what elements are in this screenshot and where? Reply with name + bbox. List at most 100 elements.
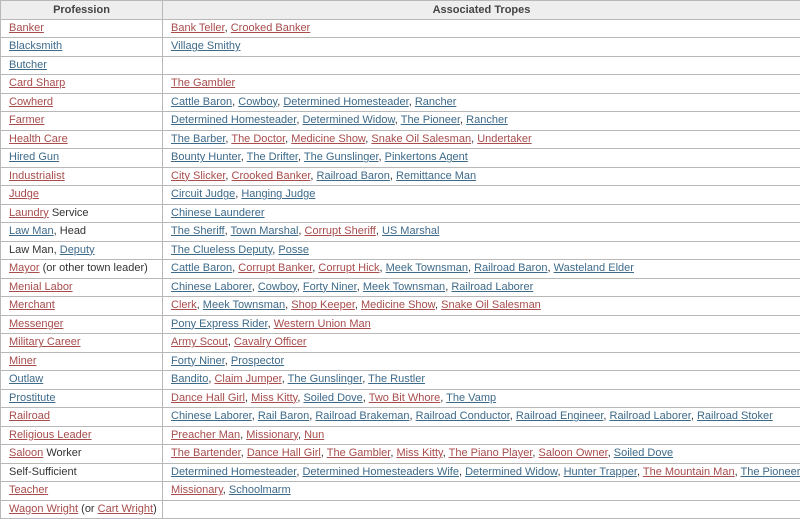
- profession-link[interactable]: Judge: [9, 188, 39, 200]
- profession-link[interactable]: Cowherd: [9, 96, 53, 108]
- trope-link[interactable]: Bandito: [171, 373, 208, 385]
- trope-link[interactable]: Hunter Trapper: [564, 466, 637, 478]
- trope-link[interactable]: Railroad Conductor: [416, 410, 510, 422]
- profession-link[interactable]: Card Sharp: [9, 77, 65, 89]
- trope-link[interactable]: Corrupt Banker: [238, 262, 312, 274]
- trope-link[interactable]: The Doctor: [231, 133, 285, 145]
- trope-link[interactable]: Dance Hall Girl: [247, 447, 321, 459]
- trope-link[interactable]: Forty Niner: [171, 355, 225, 367]
- trope-link[interactable]: Clerk: [171, 299, 197, 311]
- trope-link[interactable]: Meek Townsman: [363, 281, 445, 293]
- trope-link[interactable]: Bank Teller: [171, 22, 225, 34]
- trope-link[interactable]: Chinese Laborer: [171, 410, 252, 422]
- trope-link[interactable]: The Gambler: [171, 77, 235, 89]
- trope-link[interactable]: Bounty Hunter: [171, 151, 241, 163]
- profession-link[interactable]: Mayor: [9, 262, 40, 274]
- trope-link[interactable]: The Rustler: [368, 373, 425, 385]
- trope-link[interactable]: Crooked Banker: [232, 170, 311, 182]
- trope-link[interactable]: The Gunslinger: [304, 151, 379, 163]
- profession-link[interactable]: Miner: [9, 355, 37, 367]
- trope-link[interactable]: Prospector: [231, 355, 284, 367]
- trope-link[interactable]: Railroad Stoker: [697, 410, 773, 422]
- trope-link[interactable]: Hanging Judge: [241, 188, 315, 200]
- trope-link[interactable]: Pony Express Rider: [171, 318, 268, 330]
- trope-link[interactable]: Circuit Judge: [171, 188, 235, 200]
- trope-link[interactable]: Determined Widow: [302, 114, 394, 126]
- trope-link[interactable]: Determined Homesteader: [171, 466, 296, 478]
- trope-link[interactable]: Nun: [304, 429, 324, 441]
- trope-link[interactable]: Wasteland Elder: [554, 262, 634, 274]
- trope-link[interactable]: Forty Niner: [303, 281, 357, 293]
- trope-link[interactable]: Claim Jumper: [214, 373, 281, 385]
- profession-link[interactable]: Hired Gun: [9, 151, 59, 163]
- profession-link[interactable]: Health Care: [9, 133, 68, 145]
- trope-link[interactable]: Remittance Man: [396, 170, 476, 182]
- trope-link[interactable]: Railroad Baron: [474, 262, 547, 274]
- profession-link[interactable]: Religious Leader: [9, 429, 92, 441]
- trope-link[interactable]: Village Smithy: [171, 40, 241, 52]
- profession-link[interactable]: Farmer: [9, 114, 44, 126]
- profession-link[interactable]: Railroad: [9, 410, 50, 422]
- trope-link[interactable]: Cattle Baron: [171, 96, 232, 108]
- trope-link[interactable]: Cattle Baron: [171, 262, 232, 274]
- trope-link[interactable]: The Pioneer: [741, 466, 800, 478]
- trope-link[interactable]: Meek Townsman: [203, 299, 285, 311]
- trope-link[interactable]: Crooked Banker: [231, 22, 311, 34]
- trope-link[interactable]: Shop Keeper: [291, 299, 355, 311]
- trope-link[interactable]: Rancher: [466, 114, 508, 126]
- trope-link[interactable]: The Gunslinger: [288, 373, 363, 385]
- profession-link[interactable]: Laundry: [9, 207, 49, 219]
- trope-link[interactable]: Meek Townsman: [386, 262, 468, 274]
- trope-link[interactable]: Determined Widow: [465, 466, 557, 478]
- trope-link[interactable]: Railroad Baron: [317, 170, 390, 182]
- trope-link[interactable]: The Clueless Deputy: [171, 244, 272, 256]
- trope-link[interactable]: Army Scout: [171, 336, 228, 348]
- trope-link[interactable]: The Bartender: [171, 447, 241, 459]
- trope-link[interactable]: Chinese Launderer: [171, 207, 265, 219]
- profession-link[interactable]: Prostitute: [9, 392, 55, 404]
- trope-link[interactable]: Miss Kitty: [251, 392, 297, 404]
- trope-link[interactable]: Railroad Laborer: [451, 281, 533, 293]
- trope-link[interactable]: City Slicker: [171, 170, 225, 182]
- trope-link[interactable]: US Marshal: [382, 225, 439, 237]
- trope-link[interactable]: Two Bit Whore: [369, 392, 441, 404]
- profession-link[interactable]: Menial Labor: [9, 281, 73, 293]
- profession-link[interactable]: Deputy: [60, 244, 95, 256]
- profession-link[interactable]: Messenger: [9, 318, 63, 330]
- trope-link[interactable]: Rail Baron: [258, 410, 309, 422]
- trope-link[interactable]: Snake Oil Salesman: [371, 133, 471, 145]
- trope-link[interactable]: The Pioneer: [401, 114, 460, 126]
- profession-link[interactable]: Cart Wright: [98, 503, 153, 515]
- trope-link[interactable]: Soiled Dove: [614, 447, 673, 459]
- profession-link[interactable]: Military Career: [9, 336, 81, 348]
- profession-link[interactable]: Saloon: [9, 447, 43, 459]
- profession-link[interactable]: Wagon Wright: [9, 503, 78, 515]
- trope-link[interactable]: Railroad Laborer: [610, 410, 691, 422]
- trope-link[interactable]: Preacher Man: [171, 429, 240, 441]
- trope-link[interactable]: Determined Homesteaders Wife: [302, 466, 459, 478]
- trope-link[interactable]: Missionary: [246, 429, 298, 441]
- trope-link[interactable]: Railroad Brakeman: [315, 410, 409, 422]
- trope-link[interactable]: Cowboy: [258, 281, 297, 293]
- profession-link[interactable]: Blacksmith: [9, 40, 62, 52]
- trope-link[interactable]: The Drifter: [247, 151, 298, 163]
- trope-link[interactable]: Chinese Laborer: [171, 281, 252, 293]
- trope-link[interactable]: Medicine Show: [361, 299, 435, 311]
- trope-link[interactable]: Saloon Owner: [539, 447, 608, 459]
- trope-link[interactable]: The Barber: [171, 133, 225, 145]
- trope-link[interactable]: Cavalry Officer: [234, 336, 307, 348]
- trope-link[interactable]: Town Marshal: [231, 225, 299, 237]
- trope-link[interactable]: Railroad Engineer: [516, 410, 603, 422]
- trope-link[interactable]: Dance Hall Girl: [171, 392, 245, 404]
- trope-link[interactable]: The Mountain Man: [643, 466, 735, 478]
- trope-link[interactable]: The Piano Player: [449, 447, 533, 459]
- trope-link[interactable]: Corrupt Sheriff: [305, 225, 376, 237]
- trope-link[interactable]: Medicine Show: [291, 133, 365, 145]
- profession-link[interactable]: Banker: [9, 22, 44, 34]
- trope-link[interactable]: Undertaker: [477, 133, 531, 145]
- trope-link[interactable]: Schoolmarm: [229, 484, 291, 496]
- profession-link[interactable]: Outlaw: [9, 373, 43, 385]
- trope-link[interactable]: Cowboy: [238, 96, 277, 108]
- trope-link[interactable]: Determined Homesteader: [283, 96, 408, 108]
- profession-link[interactable]: Butcher: [9, 59, 47, 71]
